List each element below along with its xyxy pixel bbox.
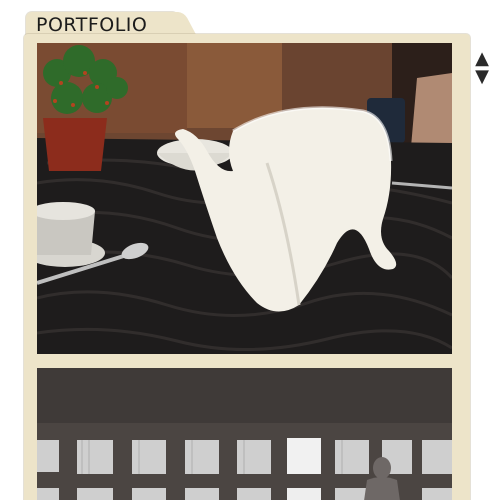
teapot-photo-image — [37, 43, 452, 354]
folder-tab-label: PORTFOLIO — [36, 14, 148, 36]
photo-divider — [24, 354, 470, 368]
gallery-wall-photo[interactable] — [37, 368, 452, 500]
teapot-photo[interactable] — [37, 43, 452, 354]
portfolio-viewer: PORTFOLIO ▲ ▼ — [0, 0, 500, 500]
arrow-down-icon: ▼ — [475, 66, 489, 87]
gallery-wall-photo-image — [37, 368, 452, 500]
vertical-resize-icon[interactable]: ▲ ▼ — [474, 50, 490, 90]
